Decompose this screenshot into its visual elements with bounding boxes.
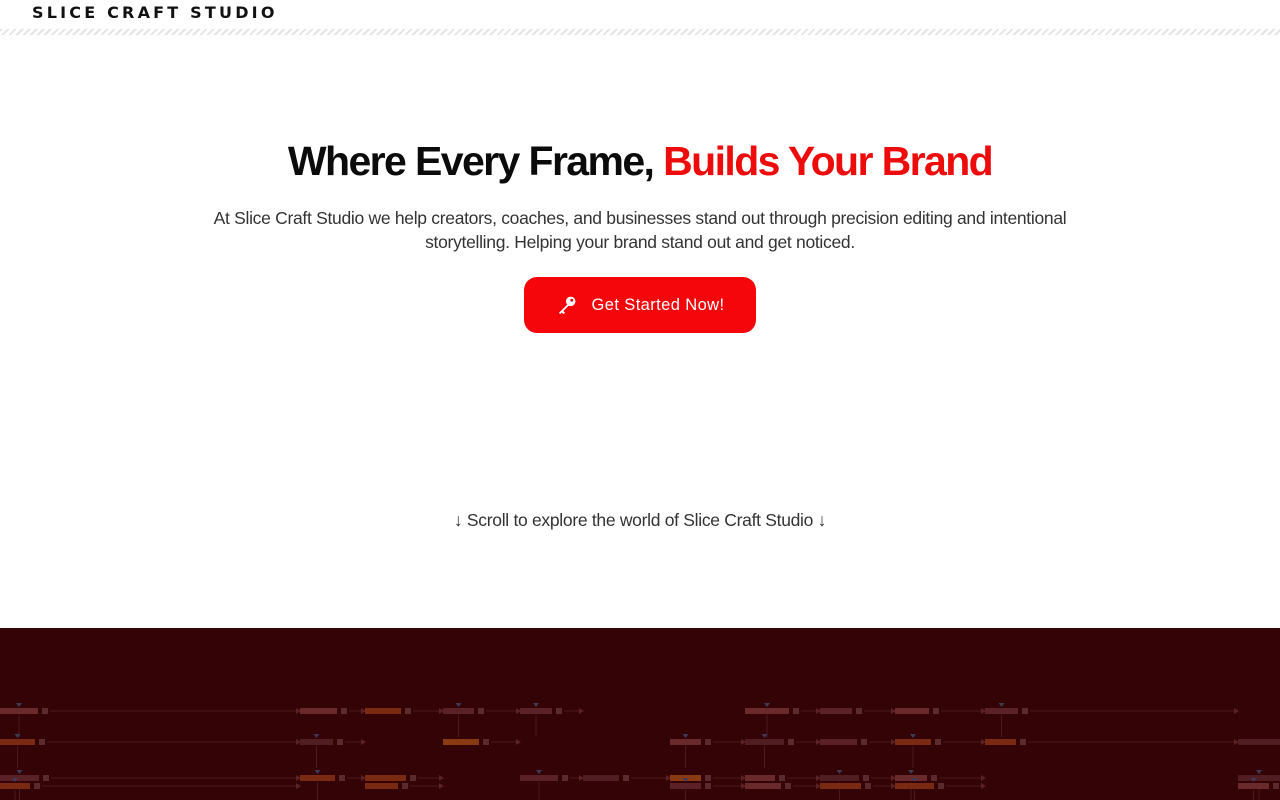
hero-section: Where Every Frame, Builds Your Brand At … bbox=[0, 34, 1280, 628]
headline-main: Where Every Frame, bbox=[287, 138, 664, 184]
hero-subtext: At Slice Craft Studio we help creators, … bbox=[213, 208, 1067, 252]
top-bar: SLICE CRAFT STUDIO bbox=[0, 0, 1280, 35]
hero-headline: Where Every Frame, Builds Your Brand bbox=[0, 138, 1280, 185]
headline-accent: Builds Your Brand bbox=[663, 138, 994, 184]
key-icon bbox=[556, 294, 578, 316]
editing-timeline-decoration bbox=[0, 703, 1280, 800]
cta-label: Get Started Now! bbox=[591, 295, 725, 314]
get-started-button[interactable]: Get Started Now! bbox=[524, 277, 756, 333]
brand-logo-text[interactable]: SLICE CRAFT STUDIO bbox=[32, 3, 278, 22]
scroll-hint: ↓ Scroll to explore the world of Slice C… bbox=[453, 510, 827, 530]
timeline-graphic-section bbox=[0, 628, 1280, 800]
